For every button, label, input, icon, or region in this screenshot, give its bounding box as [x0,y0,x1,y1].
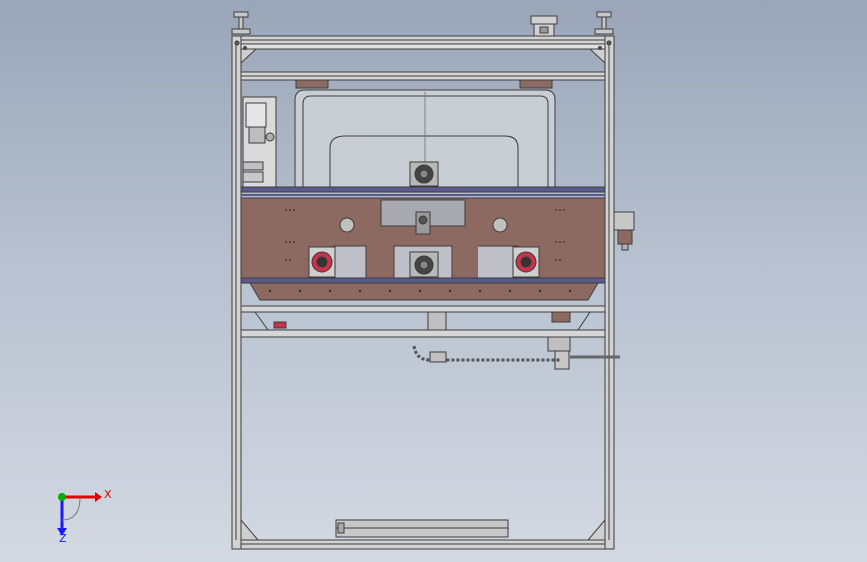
left-rotary-motor [308,246,336,278]
cable-chain [412,345,620,363]
triad-arc [61,496,81,521]
lower-guide-rail [240,277,606,301]
coordinate-triad: X Z [40,480,120,550]
upper-servo-motor [409,161,439,187]
leveling-foot-right [594,11,614,35]
y-axis-dot [58,493,66,501]
side-cylinder-assembly [242,96,277,188]
lower-mechanism [273,311,571,370]
center-servo-motor [409,251,439,278]
leveling-foot-left [231,11,251,35]
z-axis-label: Z [59,532,67,545]
bottom-tray [335,519,509,538]
upper-crossbar [240,71,606,81]
center-clamp [415,211,431,235]
right-side-valve [613,211,635,251]
graphics-viewport[interactable]: X Z [0,0,867,562]
machine-frame-model[interactable] [0,0,867,562]
x-axis-label: X [104,488,112,501]
upper-guide-rail [240,186,606,196]
middle-crossbar [240,305,606,338]
right-rotary-motor [512,246,540,278]
top-switch-box [530,15,558,39]
upper-brackets [295,79,553,89]
x-axis-arrowhead [95,492,102,502]
